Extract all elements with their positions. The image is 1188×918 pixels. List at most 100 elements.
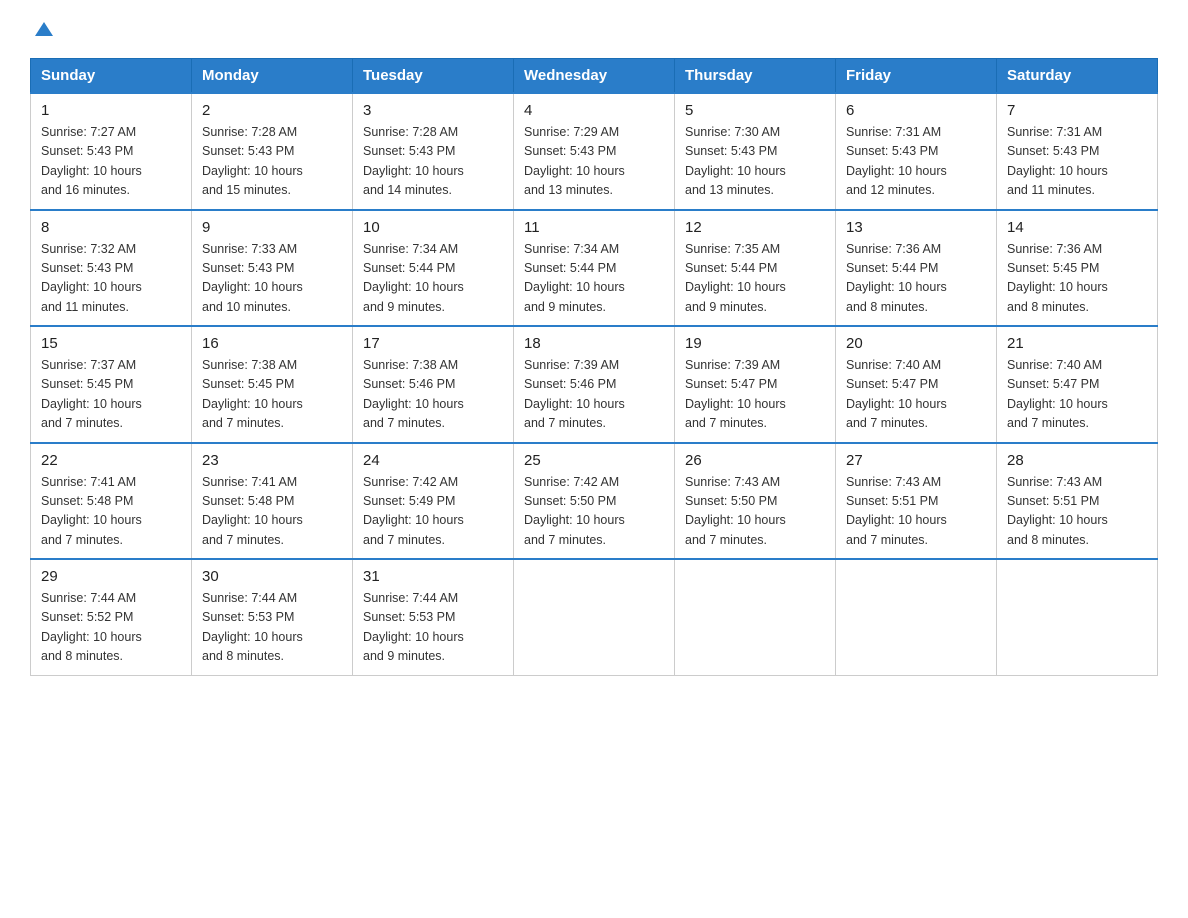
day-info: Sunrise: 7:40 AMSunset: 5:47 PMDaylight:… <box>1007 358 1108 430</box>
day-number: 16 <box>202 335 342 352</box>
day-info: Sunrise: 7:28 AMSunset: 5:43 PMDaylight:… <box>202 125 303 197</box>
day-number: 25 <box>524 452 664 469</box>
calendar-cell: 22 Sunrise: 7:41 AMSunset: 5:48 PMDaylig… <box>31 443 192 560</box>
calendar-cell: 9 Sunrise: 7:33 AMSunset: 5:43 PMDayligh… <box>192 210 353 327</box>
day-info: Sunrise: 7:41 AMSunset: 5:48 PMDaylight:… <box>41 475 142 547</box>
day-info: Sunrise: 7:35 AMSunset: 5:44 PMDaylight:… <box>685 242 786 314</box>
column-header-friday: Friday <box>836 59 997 94</box>
day-number: 21 <box>1007 335 1147 352</box>
calendar-cell: 19 Sunrise: 7:39 AMSunset: 5:47 PMDaylig… <box>675 326 836 443</box>
day-info: Sunrise: 7:33 AMSunset: 5:43 PMDaylight:… <box>202 242 303 314</box>
calendar-week-row: 8 Sunrise: 7:32 AMSunset: 5:43 PMDayligh… <box>31 210 1158 327</box>
calendar-cell: 20 Sunrise: 7:40 AMSunset: 5:47 PMDaylig… <box>836 326 997 443</box>
calendar-week-row: 15 Sunrise: 7:37 AMSunset: 5:45 PMDaylig… <box>31 326 1158 443</box>
day-info: Sunrise: 7:34 AMSunset: 5:44 PMDaylight:… <box>363 242 464 314</box>
day-number: 4 <box>524 102 664 119</box>
day-info: Sunrise: 7:30 AMSunset: 5:43 PMDaylight:… <box>685 125 786 197</box>
calendar-cell <box>675 559 836 675</box>
day-info: Sunrise: 7:37 AMSunset: 5:45 PMDaylight:… <box>41 358 142 430</box>
day-number: 7 <box>1007 102 1147 119</box>
calendar-cell: 17 Sunrise: 7:38 AMSunset: 5:46 PMDaylig… <box>353 326 514 443</box>
calendar-cell: 2 Sunrise: 7:28 AMSunset: 5:43 PMDayligh… <box>192 93 353 210</box>
calendar-week-row: 1 Sunrise: 7:27 AMSunset: 5:43 PMDayligh… <box>31 93 1158 210</box>
calendar-cell: 24 Sunrise: 7:42 AMSunset: 5:49 PMDaylig… <box>353 443 514 560</box>
day-number: 30 <box>202 568 342 585</box>
day-number: 8 <box>41 219 181 236</box>
day-info: Sunrise: 7:29 AMSunset: 5:43 PMDaylight:… <box>524 125 625 197</box>
day-info: Sunrise: 7:42 AMSunset: 5:50 PMDaylight:… <box>524 475 625 547</box>
day-info: Sunrise: 7:41 AMSunset: 5:48 PMDaylight:… <box>202 475 303 547</box>
day-number: 28 <box>1007 452 1147 469</box>
day-info: Sunrise: 7:40 AMSunset: 5:47 PMDaylight:… <box>846 358 947 430</box>
calendar-cell: 14 Sunrise: 7:36 AMSunset: 5:45 PMDaylig… <box>997 210 1158 327</box>
day-number: 17 <box>363 335 503 352</box>
calendar-week-row: 29 Sunrise: 7:44 AMSunset: 5:52 PMDaylig… <box>31 559 1158 675</box>
day-number: 11 <box>524 219 664 236</box>
column-header-wednesday: Wednesday <box>514 59 675 94</box>
calendar-cell <box>836 559 997 675</box>
logo <box>30 20 55 38</box>
day-info: Sunrise: 7:44 AMSunset: 5:52 PMDaylight:… <box>41 591 142 663</box>
day-info: Sunrise: 7:31 AMSunset: 5:43 PMDaylight:… <box>1007 125 1108 197</box>
day-info: Sunrise: 7:34 AMSunset: 5:44 PMDaylight:… <box>524 242 625 314</box>
calendar-cell: 18 Sunrise: 7:39 AMSunset: 5:46 PMDaylig… <box>514 326 675 443</box>
calendar-cell: 13 Sunrise: 7:36 AMSunset: 5:44 PMDaylig… <box>836 210 997 327</box>
calendar-cell: 5 Sunrise: 7:30 AMSunset: 5:43 PMDayligh… <box>675 93 836 210</box>
calendar-cell: 12 Sunrise: 7:35 AMSunset: 5:44 PMDaylig… <box>675 210 836 327</box>
day-info: Sunrise: 7:43 AMSunset: 5:51 PMDaylight:… <box>1007 475 1108 547</box>
calendar-cell: 28 Sunrise: 7:43 AMSunset: 5:51 PMDaylig… <box>997 443 1158 560</box>
calendar-cell: 23 Sunrise: 7:41 AMSunset: 5:48 PMDaylig… <box>192 443 353 560</box>
day-number: 1 <box>41 102 181 119</box>
day-number: 13 <box>846 219 986 236</box>
day-number: 24 <box>363 452 503 469</box>
calendar-week-row: 22 Sunrise: 7:41 AMSunset: 5:48 PMDaylig… <box>31 443 1158 560</box>
day-info: Sunrise: 7:32 AMSunset: 5:43 PMDaylight:… <box>41 242 142 314</box>
day-number: 2 <box>202 102 342 119</box>
day-number: 22 <box>41 452 181 469</box>
calendar-cell: 31 Sunrise: 7:44 AMSunset: 5:53 PMDaylig… <box>353 559 514 675</box>
day-info: Sunrise: 7:36 AMSunset: 5:44 PMDaylight:… <box>846 242 947 314</box>
calendar-cell: 30 Sunrise: 7:44 AMSunset: 5:53 PMDaylig… <box>192 559 353 675</box>
day-number: 19 <box>685 335 825 352</box>
day-info: Sunrise: 7:39 AMSunset: 5:46 PMDaylight:… <box>524 358 625 430</box>
day-number: 5 <box>685 102 825 119</box>
column-header-saturday: Saturday <box>997 59 1158 94</box>
day-number: 26 <box>685 452 825 469</box>
day-info: Sunrise: 7:39 AMSunset: 5:47 PMDaylight:… <box>685 358 786 430</box>
calendar-cell: 21 Sunrise: 7:40 AMSunset: 5:47 PMDaylig… <box>997 326 1158 443</box>
day-number: 20 <box>846 335 986 352</box>
day-number: 6 <box>846 102 986 119</box>
day-info: Sunrise: 7:44 AMSunset: 5:53 PMDaylight:… <box>202 591 303 663</box>
calendar-cell: 10 Sunrise: 7:34 AMSunset: 5:44 PMDaylig… <box>353 210 514 327</box>
calendar-table: SundayMondayTuesdayWednesdayThursdayFrid… <box>30 58 1158 676</box>
calendar-cell: 4 Sunrise: 7:29 AMSunset: 5:43 PMDayligh… <box>514 93 675 210</box>
column-header-thursday: Thursday <box>675 59 836 94</box>
logo-triangle-icon <box>33 20 55 38</box>
day-number: 3 <box>363 102 503 119</box>
day-info: Sunrise: 7:43 AMSunset: 5:50 PMDaylight:… <box>685 475 786 547</box>
day-number: 27 <box>846 452 986 469</box>
day-info: Sunrise: 7:43 AMSunset: 5:51 PMDaylight:… <box>846 475 947 547</box>
page-header <box>30 20 1158 38</box>
day-info: Sunrise: 7:28 AMSunset: 5:43 PMDaylight:… <box>363 125 464 197</box>
column-header-tuesday: Tuesday <box>353 59 514 94</box>
day-number: 10 <box>363 219 503 236</box>
calendar-cell <box>514 559 675 675</box>
day-number: 9 <box>202 219 342 236</box>
calendar-cell <box>997 559 1158 675</box>
calendar-cell: 3 Sunrise: 7:28 AMSunset: 5:43 PMDayligh… <box>353 93 514 210</box>
day-number: 23 <box>202 452 342 469</box>
calendar-cell: 26 Sunrise: 7:43 AMSunset: 5:50 PMDaylig… <box>675 443 836 560</box>
calendar-cell: 11 Sunrise: 7:34 AMSunset: 5:44 PMDaylig… <box>514 210 675 327</box>
calendar-cell: 1 Sunrise: 7:27 AMSunset: 5:43 PMDayligh… <box>31 93 192 210</box>
day-info: Sunrise: 7:27 AMSunset: 5:43 PMDaylight:… <box>41 125 142 197</box>
calendar-cell: 16 Sunrise: 7:38 AMSunset: 5:45 PMDaylig… <box>192 326 353 443</box>
day-number: 12 <box>685 219 825 236</box>
day-info: Sunrise: 7:44 AMSunset: 5:53 PMDaylight:… <box>363 591 464 663</box>
day-number: 14 <box>1007 219 1147 236</box>
day-number: 31 <box>363 568 503 585</box>
day-info: Sunrise: 7:31 AMSunset: 5:43 PMDaylight:… <box>846 125 947 197</box>
calendar-cell: 8 Sunrise: 7:32 AMSunset: 5:43 PMDayligh… <box>31 210 192 327</box>
day-info: Sunrise: 7:38 AMSunset: 5:46 PMDaylight:… <box>363 358 464 430</box>
column-header-sunday: Sunday <box>31 59 192 94</box>
